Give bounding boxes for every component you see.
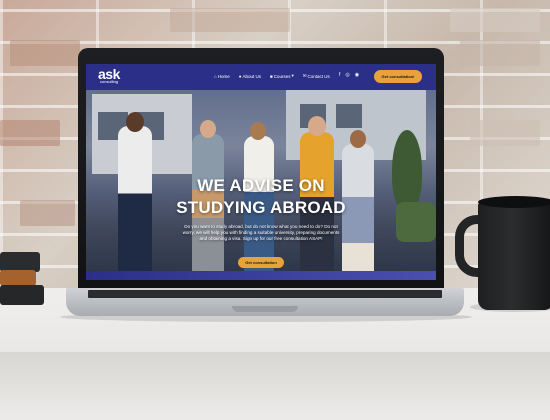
brick bbox=[450, 8, 540, 32]
student-head bbox=[126, 112, 144, 132]
student-head bbox=[250, 122, 266, 140]
hero-title-line-2: STUDYING ABROAD bbox=[176, 198, 346, 217]
site-logo[interactable]: ask consulting bbox=[98, 67, 120, 84]
laptop-keyboard bbox=[88, 290, 442, 298]
logo-tagline: consulting bbox=[100, 79, 119, 84]
desk-front bbox=[0, 352, 550, 420]
nav-item-courses[interactable]: ■ Courses ▾ bbox=[270, 73, 294, 79]
hero-section: WE ADVISE ON STUDYING ABROAD bbox=[86, 90, 436, 280]
nav-item-about[interactable]: ● About Us bbox=[239, 73, 261, 79]
book-icon: ■ bbox=[269, 73, 273, 79]
nav-menu: ⌂ Home ● About Us ■ Courses ▾ ✉ Contact … bbox=[214, 73, 330, 79]
student-head bbox=[350, 130, 366, 148]
brick bbox=[0, 120, 60, 146]
coffee-mug bbox=[478, 200, 550, 310]
book bbox=[0, 252, 40, 272]
hero-title-line-1: WE ADVISE ON bbox=[197, 176, 325, 195]
building-window bbox=[336, 104, 362, 128]
messenger-icon[interactable]: ◉ bbox=[355, 72, 359, 78]
book bbox=[0, 270, 36, 286]
site-navbar: ask consulting ⌂ Home ● About Us ■ Cours… bbox=[86, 64, 436, 90]
brick bbox=[460, 40, 540, 66]
hero-description: Do you want to study abroad, but do not … bbox=[182, 224, 340, 241]
get-consultation-nav-button[interactable]: Get consultation! bbox=[374, 70, 422, 83]
laptop-notch bbox=[232, 306, 298, 312]
mail-icon: ✉ bbox=[302, 73, 307, 78]
get-consultation-hero-button[interactable]: Get consultation bbox=[238, 257, 284, 268]
facebook-icon[interactable]: f bbox=[339, 72, 340, 78]
home-icon: ⌂ bbox=[214, 73, 217, 79]
social-links: f ◎ ◉ bbox=[339, 72, 359, 78]
chevron-down-icon: ▾ bbox=[291, 73, 294, 78]
mug-rim bbox=[478, 196, 550, 208]
brick bbox=[470, 120, 540, 146]
instagram-icon[interactable]: ◎ bbox=[345, 72, 349, 78]
student-head bbox=[308, 116, 326, 136]
nav-item-label: Contact Us bbox=[307, 73, 330, 79]
nav-item-contact[interactable]: ✉ Contact Us bbox=[303, 73, 330, 79]
nav-item-home[interactable]: ⌂ Home bbox=[214, 73, 230, 79]
student-head bbox=[200, 120, 216, 138]
nav-item-label: About Us bbox=[242, 73, 261, 79]
book bbox=[0, 285, 44, 305]
screen-taskbar-strip bbox=[86, 271, 436, 280]
brick bbox=[10, 40, 80, 66]
user-icon: ● bbox=[238, 73, 242, 79]
brick bbox=[20, 200, 75, 226]
brick bbox=[170, 8, 290, 32]
nav-item-label: Home bbox=[217, 73, 230, 79]
nav-item-label: Courses bbox=[273, 73, 291, 79]
laptop-screen: ask consulting ⌂ Home ● About Us ■ Cours… bbox=[86, 64, 436, 280]
